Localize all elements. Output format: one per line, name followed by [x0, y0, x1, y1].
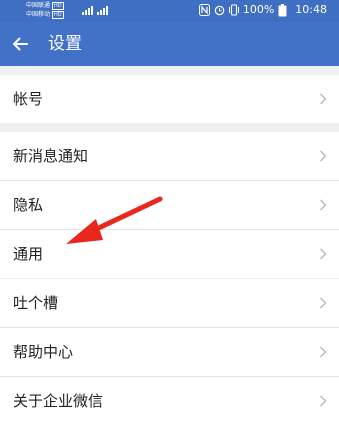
vibrate-icon: [228, 4, 239, 16]
chevron-right-icon: [320, 199, 327, 211]
carrier-1: 中国联通: [26, 2, 51, 9]
setting-label: 关于企业微信: [13, 392, 104, 410]
setting-row-notifications[interactable]: 新消息通知: [0, 132, 339, 181]
clock: 10:48: [295, 3, 327, 16]
chevron-right-icon: [320, 150, 327, 162]
setting-label: 帐号: [13, 90, 44, 108]
carrier-info: 中国联通 HD 中国移动 HD: [26, 1, 64, 19]
chevron-right-icon: [320, 346, 327, 358]
setting-label: 新消息通知: [13, 147, 89, 165]
chevron-right-icon: [320, 297, 327, 309]
settings-group-account: 帐号: [0, 75, 339, 123]
setting-label: 吐个槽: [13, 294, 59, 312]
nfc-icon: [198, 4, 210, 16]
battery-percent: 100%: [242, 3, 275, 16]
battery-icon: [278, 3, 287, 16]
status-right: 100% 10:48: [198, 3, 327, 17]
carrier-2: 中国移动: [26, 11, 51, 18]
setting-row-help-center[interactable]: 帮助中心: [0, 328, 339, 377]
setting-row-about[interactable]: 关于企业微信: [0, 377, 339, 425]
settings-group-support: 吐个槽 帮助中心 关于企业微信: [0, 279, 339, 425]
app-bar: 设置: [0, 22, 339, 66]
setting-row-account[interactable]: 帐号: [0, 75, 339, 123]
setting-row-general[interactable]: 通用: [0, 230, 339, 278]
back-arrow-icon[interactable]: [10, 34, 30, 54]
settings-group-main: 新消息通知 隐私 通用: [0, 132, 339, 278]
signal-icon: [82, 6, 108, 15]
hd-badge-1: HD: [52, 2, 64, 10]
setting-row-privacy[interactable]: 隐私: [0, 181, 339, 230]
chevron-right-icon: [320, 248, 327, 260]
setting-label: 隐私: [13, 196, 44, 214]
alarm-icon: [214, 5, 225, 16]
page-title: 设置: [48, 34, 82, 54]
setting-label: 通用: [13, 245, 44, 263]
chevron-right-icon: [320, 93, 327, 105]
setting-label: 帮助中心: [13, 343, 74, 361]
chevron-right-icon: [320, 395, 327, 407]
setting-row-feedback[interactable]: 吐个槽: [0, 279, 339, 328]
status-bar: 中国联通 HD 中国移动 HD 100% 10:48: [0, 0, 339, 22]
hd-badge-2: HD: [52, 11, 64, 19]
